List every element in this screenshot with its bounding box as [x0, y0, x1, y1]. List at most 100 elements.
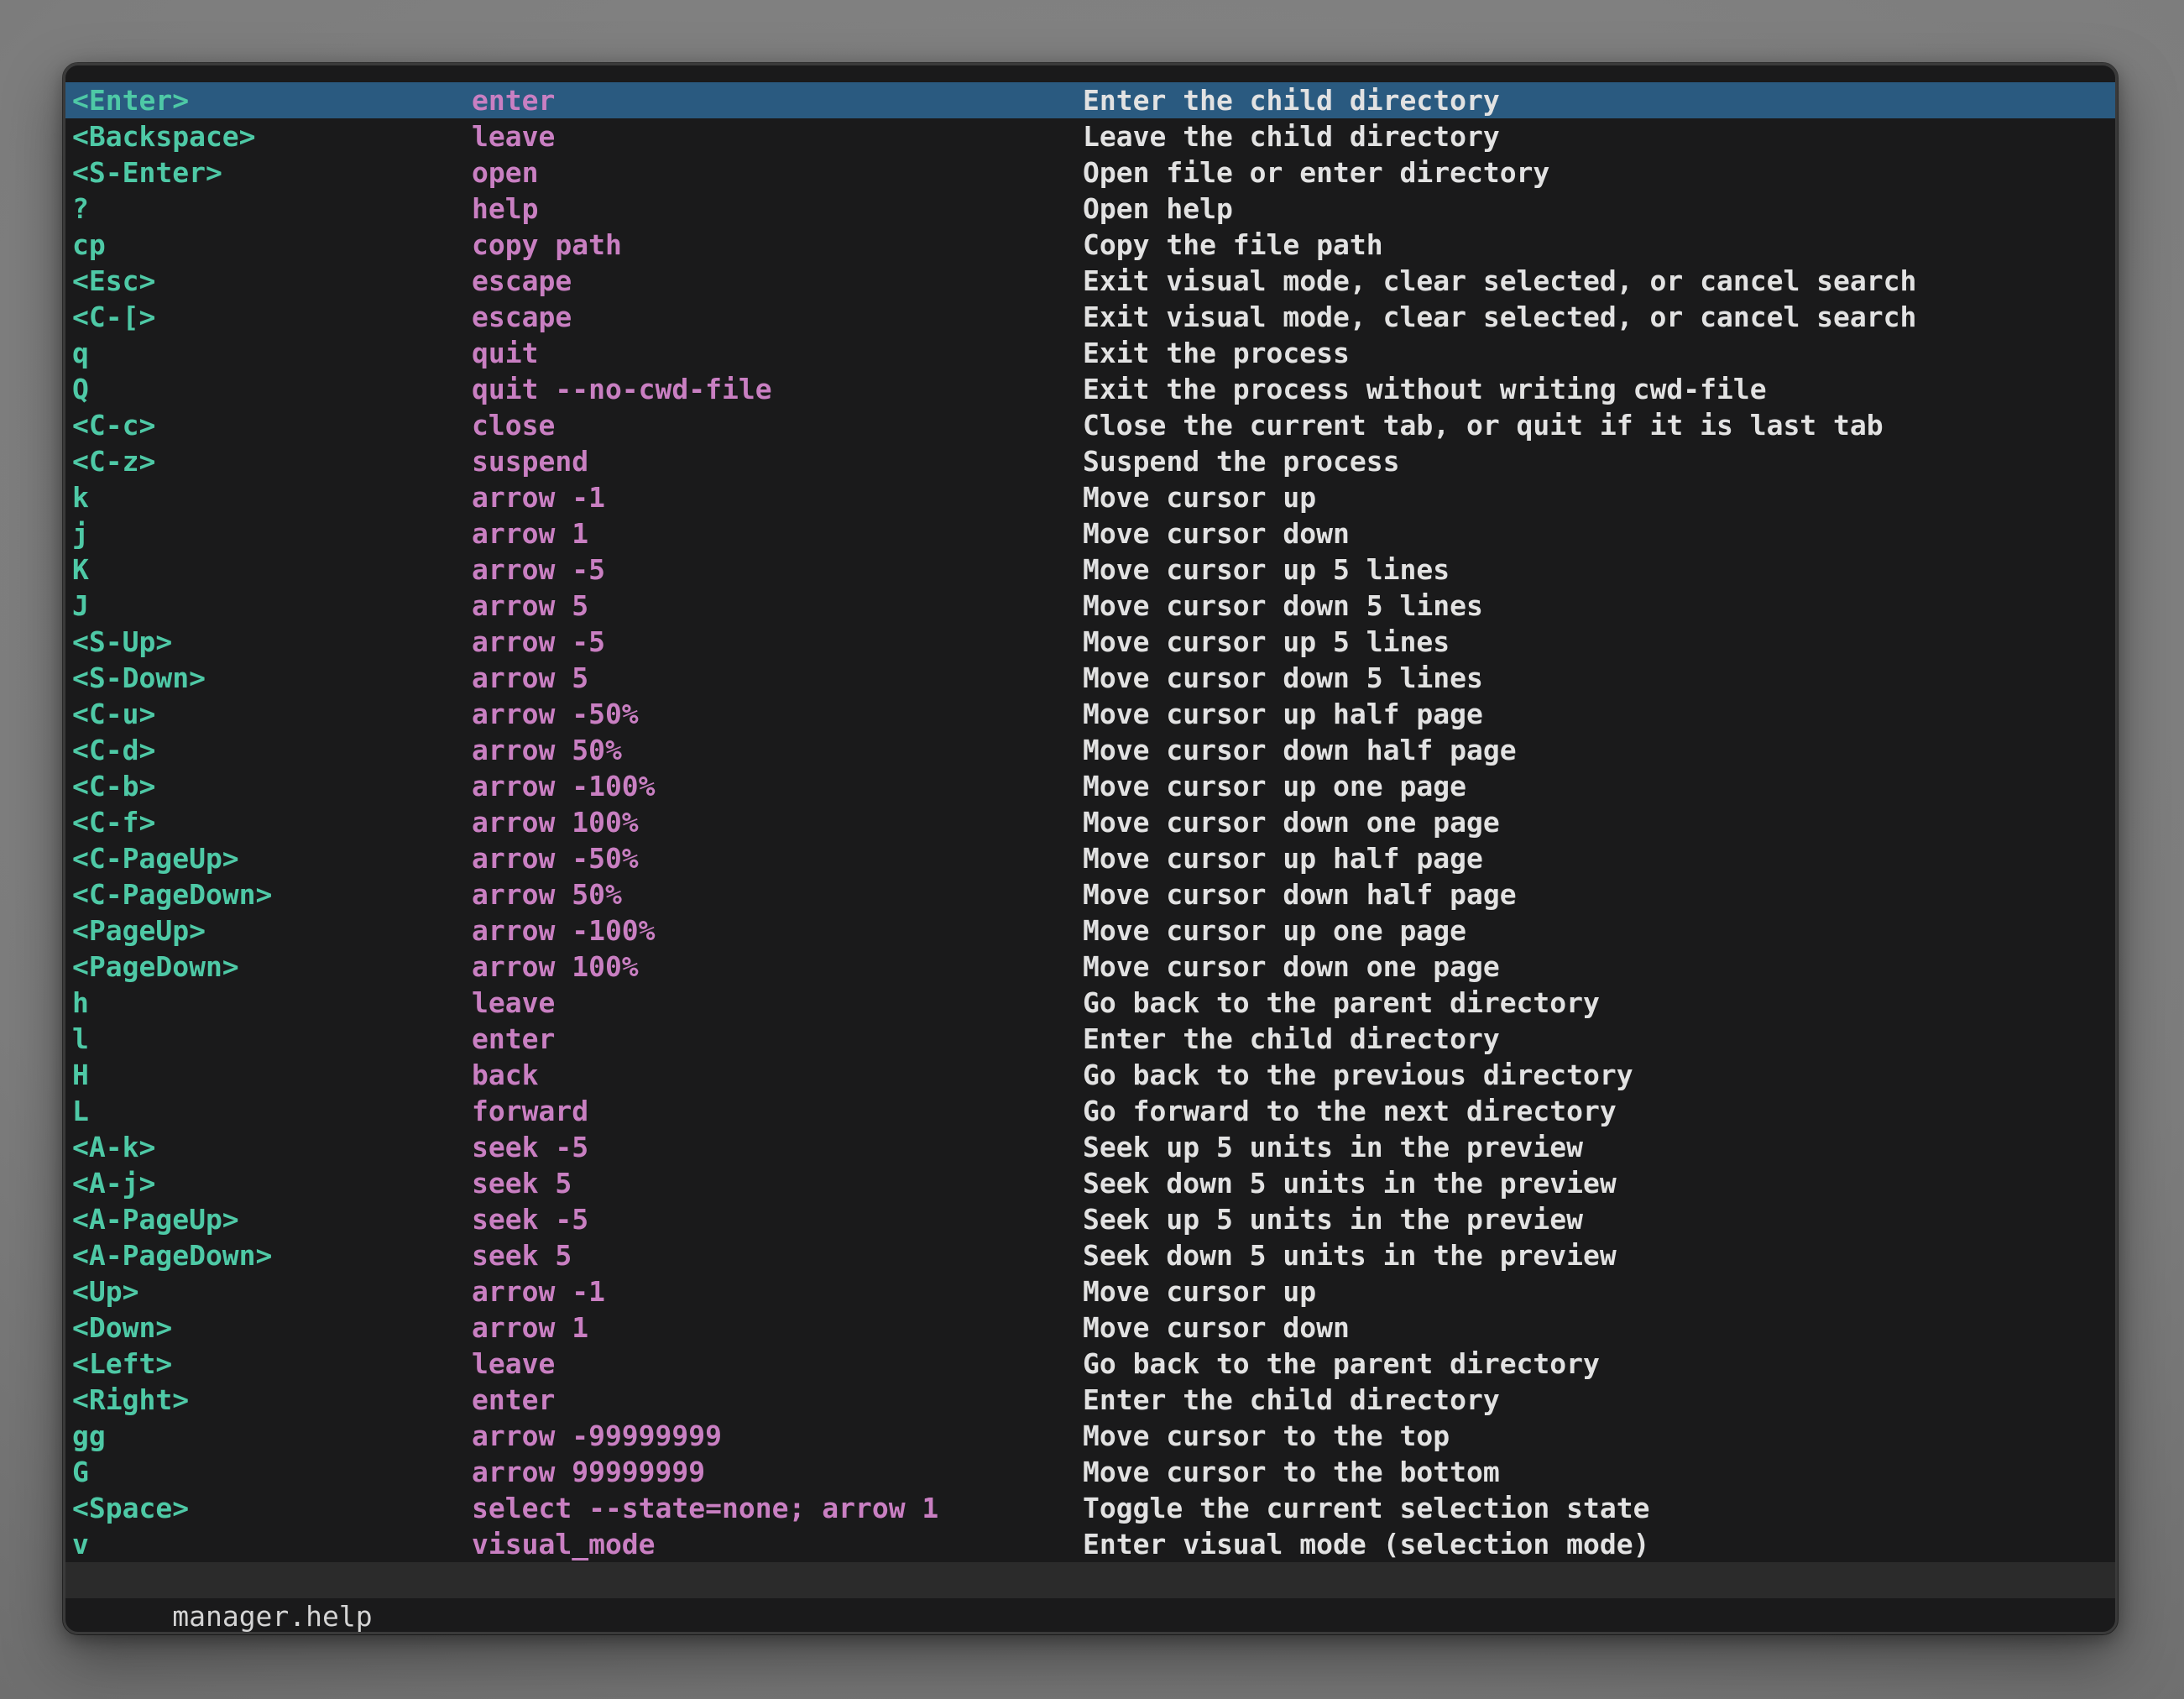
keybind-row[interactable]: q quit Exit the process [65, 335, 2115, 371]
keybind-command: escape [472, 299, 1083, 335]
keybind-description: Move cursor up 5 lines [1083, 624, 2115, 660]
keybind-description: Leave the child directory [1083, 118, 2115, 154]
keybind-description: Go back to the previous directory [1083, 1057, 2115, 1093]
terminal-window: <Enter> enter Enter the child directory … [63, 63, 2118, 1634]
keybind-row[interactable]: <Esc> escape Exit visual mode, clear sel… [65, 263, 2115, 299]
keybind-key: <A-k> [72, 1129, 472, 1165]
keybind-row[interactable]: <Down> arrow 1 Move cursor down [65, 1310, 2115, 1346]
keybind-command: arrow -100% [472, 912, 1083, 949]
keybind-row[interactable]: <PageUp> arrow -100% Move cursor up one … [65, 912, 2115, 949]
keybind-description: Move cursor down 5 lines [1083, 588, 2115, 624]
keybind-row[interactable]: <C-b> arrow -100% Move cursor up one pag… [65, 768, 2115, 804]
keybind-description: Exit visual mode, clear selected, or can… [1083, 263, 2115, 299]
keybind-description: Seek down 5 units in the preview [1083, 1165, 2115, 1201]
keybind-command: seek -5 [472, 1129, 1083, 1165]
keybind-row[interactable]: <A-PageUp> seek -5 Seek up 5 units in th… [65, 1201, 2115, 1237]
keybind-description: Seek up 5 units in the preview [1083, 1129, 2115, 1165]
keybind-row[interactable]: <C-d> arrow 50% Move cursor down half pa… [65, 732, 2115, 768]
keybind-row[interactable]: <C-z> suspend Suspend the process [65, 443, 2115, 479]
status-bar: manager.help [65, 1562, 2115, 1598]
keybind-command: seek -5 [472, 1201, 1083, 1237]
keybind-key: <S-Enter> [72, 154, 472, 191]
keybind-row[interactable]: <C-[> escape Exit visual mode, clear sel… [65, 299, 2115, 335]
keybind-key: <Esc> [72, 263, 472, 299]
keybind-command: leave [472, 1346, 1083, 1382]
keybind-command: select --state=none; arrow 1 [472, 1490, 1083, 1526]
keybind-row[interactable]: <Backspace> leave Leave the child direct… [65, 118, 2115, 154]
keybind-command: open [472, 154, 1083, 191]
keybind-key: k [72, 479, 472, 515]
keybind-row[interactable]: <S-Down> arrow 5 Move cursor down 5 line… [65, 660, 2115, 696]
keybind-row[interactable]: H back Go back to the previous directory [65, 1057, 2115, 1093]
keybind-row[interactable]: l enter Enter the child directory [65, 1021, 2115, 1057]
keybind-row[interactable]: <Up> arrow -1 Move cursor up [65, 1273, 2115, 1310]
keybind-row[interactable]: gg arrow -99999999 Move cursor to the to… [65, 1418, 2115, 1454]
keybind-row[interactable]: <Space> select --state=none; arrow 1 Tog… [65, 1490, 2115, 1526]
keybind-row[interactable]: <PageDown> arrow 100% Move cursor down o… [65, 949, 2115, 985]
keybind-row[interactable]: <C-f> arrow 100% Move cursor down one pa… [65, 804, 2115, 840]
keybind-row[interactable]: <A-k> seek -5 Seek up 5 units in the pre… [65, 1129, 2115, 1165]
keybind-key: <C-d> [72, 732, 472, 768]
keybind-description: Go forward to the next directory [1083, 1093, 2115, 1129]
keybind-key: H [72, 1057, 472, 1093]
keybind-key: <C-PageUp> [72, 840, 472, 876]
keybind-row[interactable]: cp copy path Copy the file path [65, 227, 2115, 263]
keybind-row[interactable]: v visual_mode Enter visual mode (selecti… [65, 1526, 2115, 1562]
keybind-command: arrow 5 [472, 660, 1083, 696]
keybind-command: enter [472, 82, 1083, 118]
keybind-command: arrow 1 [472, 1310, 1083, 1346]
keybind-key: v [72, 1526, 472, 1562]
keybind-command: escape [472, 263, 1083, 299]
keybind-command: arrow -5 [472, 624, 1083, 660]
keybind-description: Move cursor down one page [1083, 949, 2115, 985]
keybind-command: copy path [472, 227, 1083, 263]
keybind-key: j [72, 515, 472, 552]
keybind-description: Move cursor to the top [1083, 1418, 2115, 1454]
keybind-row[interactable]: <Enter> enter Enter the child directory [65, 82, 2115, 118]
keybind-row[interactable]: ? help Open help [65, 191, 2115, 227]
keybind-command: forward [472, 1093, 1083, 1129]
keybind-key: Q [72, 371, 472, 407]
keybind-command: arrow -5 [472, 552, 1083, 588]
keybind-command: enter [472, 1021, 1083, 1057]
keybind-row[interactable]: Q quit --no-cwd-file Exit the process wi… [65, 371, 2115, 407]
keybind-description: Move cursor up half page [1083, 696, 2115, 732]
keybind-key: <Down> [72, 1310, 472, 1346]
keybind-row[interactable]: <C-PageDown> arrow 50% Move cursor down … [65, 876, 2115, 912]
keybind-command: arrow -50% [472, 696, 1083, 732]
keybind-row[interactable]: <Left> leave Go back to the parent direc… [65, 1346, 2115, 1382]
keybind-description: Go back to the parent directory [1083, 985, 2115, 1021]
keybind-description: Toggle the current selection state [1083, 1490, 2115, 1526]
keybind-description: Move cursor down [1083, 1310, 2115, 1346]
keybind-row[interactable]: <C-PageUp> arrow -50% Move cursor up hal… [65, 840, 2115, 876]
keybind-command: arrow -99999999 [472, 1418, 1083, 1454]
keybind-row[interactable]: <S-Up> arrow -5 Move cursor up 5 lines [65, 624, 2115, 660]
keybind-row[interactable]: <S-Enter> open Open file or enter direct… [65, 154, 2115, 191]
keybind-row[interactable]: L forward Go forward to the next directo… [65, 1093, 2115, 1129]
keybind-description: Enter the child directory [1083, 1382, 2115, 1418]
keybind-description: Exit the process [1083, 335, 2115, 371]
keybind-key: <Space> [72, 1490, 472, 1526]
keybind-row[interactable]: <A-j> seek 5 Seek down 5 units in the pr… [65, 1165, 2115, 1201]
keybind-command: arrow 50% [472, 732, 1083, 768]
keybind-row[interactable]: K arrow -5 Move cursor up 5 lines [65, 552, 2115, 588]
keybind-row[interactable]: <A-PageDown> seek 5 Seek down 5 units in… [65, 1237, 2115, 1273]
keybind-description: Move cursor up [1083, 479, 2115, 515]
keybind-description: Open file or enter directory [1083, 154, 2115, 191]
keybind-row[interactable]: <C-c> close Close the current tab, or qu… [65, 407, 2115, 443]
keybind-row[interactable]: j arrow 1 Move cursor down [65, 515, 2115, 552]
keybind-key: cp [72, 227, 472, 263]
keybind-key: <PageDown> [72, 949, 472, 985]
keybind-description: Suspend the process [1083, 443, 2115, 479]
keybind-command: arrow 1 [472, 515, 1083, 552]
keybind-row[interactable]: J arrow 5 Move cursor down 5 lines [65, 588, 2115, 624]
keybind-row[interactable]: k arrow -1 Move cursor up [65, 479, 2115, 515]
keybind-row[interactable]: <Right> enter Enter the child directory [65, 1382, 2115, 1418]
keybind-key: gg [72, 1418, 472, 1454]
keybind-row[interactable]: G arrow 99999999 Move cursor to the bott… [65, 1454, 2115, 1490]
keybind-row[interactable]: <C-u> arrow -50% Move cursor up half pag… [65, 696, 2115, 732]
keybind-row[interactable]: h leave Go back to the parent directory [65, 985, 2115, 1021]
keybind-description: Move cursor down one page [1083, 804, 2115, 840]
keybind-command: close [472, 407, 1083, 443]
keybind-key: <A-PageUp> [72, 1201, 472, 1237]
